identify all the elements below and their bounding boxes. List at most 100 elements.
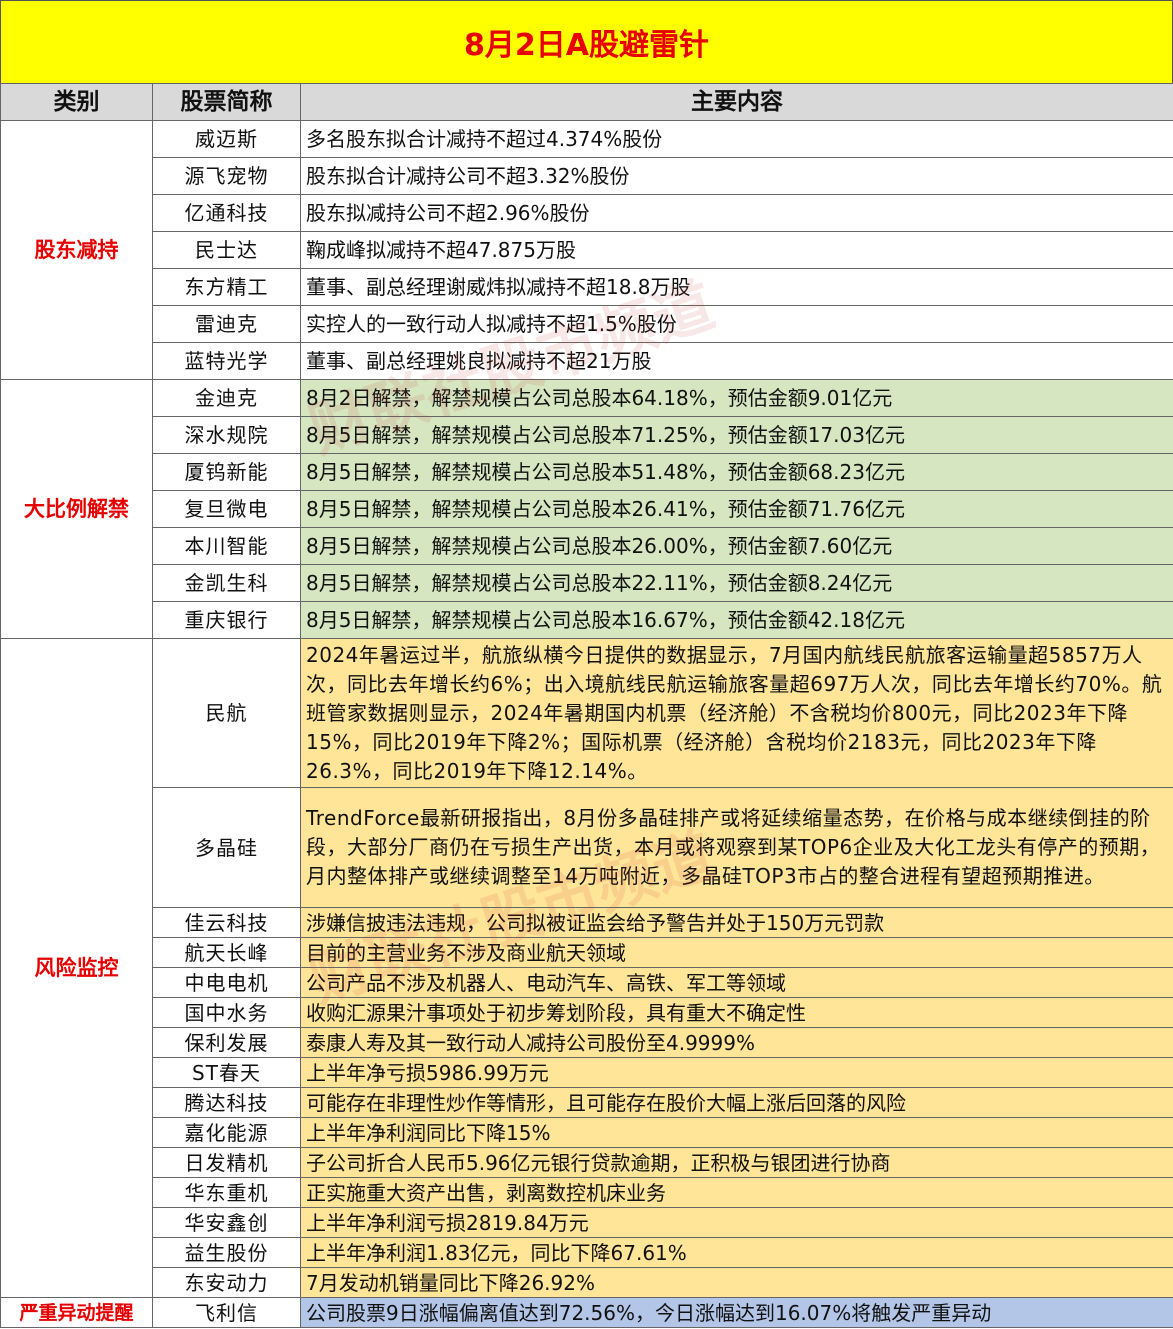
table-row: 风险监控 民航 2024年暑运过半，航旅纵横今日提供的数据显示，7月国内航线民航旅客… — [0, 638, 1173, 1298]
category-abnormal-movement: 严重异动提醒 — [0, 1297, 153, 1328]
stock-name: 航天长峰 — [152, 937, 301, 968]
main-content: 股东拟减持公司不超2.96%股份 — [300, 194, 1173, 232]
table-row: 华安鑫创 上半年净利润亏损2819.84万元 — [1, 1207, 1173, 1238]
stock-name: 雷迪克 — [152, 305, 301, 343]
category-large-unlock: 大比例解禁 — [0, 379, 153, 639]
stock-name: 东安动力 — [152, 1267, 301, 1298]
stock-name: 国中水务 — [152, 997, 301, 1028]
stock-name: 深水规院 — [152, 416, 301, 454]
stock-name: ST春天 — [152, 1057, 301, 1088]
table-row: 东安动力 7月发动机销量同比下降26.92% — [1, 1267, 1173, 1298]
table-row: 雷迪克 实控人的一致行动人拟减持不超1.5%股份 — [1, 305, 1173, 343]
table-row: ST春天 上半年净亏损5986.99万元 — [1, 1057, 1173, 1088]
main-content: 多名股东拟合计减持不超过4.374%股份 — [300, 120, 1173, 158]
main-content: 7月发动机销量同比下降26.92% — [300, 1267, 1173, 1298]
main-content: 董事、副总经理谢威炜拟减持不超18.8万股 — [300, 268, 1173, 306]
stock-name: 华安鑫创 — [152, 1207, 301, 1238]
table-row: 复旦微电 8月5日解禁，解禁规模占公司总股本26.41%，预估金额71.76亿元 — [1, 490, 1173, 528]
main-content: 上半年净利润亏损2819.84万元 — [300, 1207, 1173, 1238]
table-row: 嘉化能源 上半年净利润同比下降15% — [1, 1117, 1173, 1148]
table-row: 多晶硅 TrendForce最新研报指出，8月份多晶硅排产或将延续缩量态势，在价格… — [1, 787, 1173, 908]
stock-name: 民航 — [152, 638, 301, 788]
stock-name: 蓝特光学 — [152, 342, 301, 380]
stock-name: 华东重机 — [152, 1177, 301, 1208]
header-stock: 股票简称 — [152, 83, 301, 121]
main-content: 可能存在非理性炒作等情形，且可能存在股价大幅上涨后回落的风险 — [300, 1087, 1173, 1118]
table-row: 华东重机 正实施重大资产出售，剥离数控机床业务 — [1, 1177, 1173, 1208]
table-row: 佳云科技 涉嫌信披违法违规，公司拟被证监会给予警告并处于150万元罚款 — [1, 907, 1173, 938]
table-row: 益生股份 上半年净利润1.83亿元，同比下降67.61% — [1, 1237, 1173, 1268]
stock-name: 威迈斯 — [152, 120, 301, 158]
table-row: 日发精机 子公司折合人民币5.96亿元银行贷款逾期，正积极与银团进行协商 — [1, 1147, 1173, 1178]
table-row: 蓝特光学 董事、副总经理姚良拟减持不超21万股 — [1, 342, 1173, 380]
stock-name: 保利发展 — [152, 1027, 301, 1058]
table-row: 大比例解禁 金迪克 8月2日解禁，解禁规模占公司总股本64.18%，预估金额9.01… — [0, 379, 1173, 639]
main-content: 收购汇源果汁事项处于初步筹划阶段，具有重大不确定性 — [300, 997, 1173, 1028]
table-row: 本川智能 8月5日解禁，解禁规模占公司总股本26.00%，预估金额7.60亿元 — [1, 527, 1173, 565]
stock-name: 佳云科技 — [152, 907, 301, 938]
page-title: 8月2日A股避雷针 — [0, 0, 1173, 84]
main-content: 8月5日解禁，解禁规模占公司总股本26.41%，预估金额71.76亿元 — [300, 490, 1173, 528]
category-shareholder-reduction: 股东减持 — [0, 120, 153, 380]
table-row: 东方精工 董事、副总经理谢威炜拟减持不超18.8万股 — [1, 268, 1173, 306]
main-content: 实控人的一致行动人拟减持不超1.5%股份 — [300, 305, 1173, 343]
main-content: 子公司折合人民币5.96亿元银行贷款逾期，正积极与银团进行协商 — [300, 1147, 1173, 1178]
main-content: 上半年净亏损5986.99万元 — [300, 1057, 1173, 1088]
stock-name: 嘉化能源 — [152, 1117, 301, 1148]
main-content: 8月5日解禁，解禁规模占公司总股本16.67%，预估金额42.18亿元 — [300, 601, 1173, 639]
table-body: 股东减持 威迈斯 多名股东拟合计减持不超过4.374%股份 源飞宠物 股东拟合计减持公司… — [0, 120, 1173, 1328]
stock-name: 飞利信 — [152, 1297, 301, 1328]
main-content: 泰康人寿及其一致行动人减持公司股份至4.9999% — [300, 1027, 1173, 1058]
table-row: 中电电机 公司产品不涉及机器人、电动汽车、高铁、军工等领域 — [1, 967, 1173, 998]
stock-name: 源飞宠物 — [152, 157, 301, 195]
category-risk-monitoring: 风险监控 — [0, 638, 153, 1298]
main-content: 正实施重大资产出售，剥离数控机床业务 — [300, 1177, 1173, 1208]
table-row: 航天长峰 目前的主营业务不涉及商业航天领域 — [1, 937, 1173, 968]
stock-warning-table: 类别 股票简称 主要内容 股东减持 威迈斯 多名股东拟合计减持不超过4.374%股份… — [0, 83, 1173, 1328]
stock-name: 益生股份 — [152, 1237, 301, 1268]
table-row: 腾达科技 可能存在非理性炒作等情形，且可能存在股价大幅上涨后回落的风险 — [1, 1087, 1173, 1118]
table-row: 保利发展 泰康人寿及其一致行动人减持公司股份至4.9999% — [1, 1027, 1173, 1058]
table-row: 重庆银行 8月5日解禁，解禁规模占公司总股本16.67%，预估金额42.18亿元 — [1, 601, 1173, 639]
table-row: 民士达 鞠成峰拟减持不超47.875万股 — [1, 231, 1173, 269]
main-content: TrendForce最新研报指出，8月份多晶硅排产或将延续缩量态势，在价格与成本… — [300, 787, 1173, 908]
stock-name: 日发精机 — [152, 1147, 301, 1178]
table-row: 深水规院 8月5日解禁，解禁规模占公司总股本71.25%，预估金额17.03亿元 — [1, 416, 1173, 454]
table-row: 金凯生科 8月5日解禁，解禁规模占公司总股本22.11%，预估金额8.24亿元 — [1, 564, 1173, 602]
stock-name: 复旦微电 — [152, 490, 301, 528]
stock-name: 东方精工 — [152, 268, 301, 306]
stock-name: 民士达 — [152, 231, 301, 269]
main-content: 股东拟合计减持公司不超3.32%股份 — [300, 157, 1173, 195]
table-row: 亿通科技 股东拟减持公司不超2.96%股份 — [1, 194, 1173, 232]
header-category: 类别 — [0, 83, 153, 121]
main-content: 涉嫌信披违法违规，公司拟被证监会给予警告并处于150万元罚款 — [300, 907, 1173, 938]
main-content: 目前的主营业务不涉及商业航天领域 — [300, 937, 1173, 968]
table-row: 源飞宠物 股东拟合计减持公司不超3.32%股份 — [1, 157, 1173, 195]
main-content: 8月5日解禁，解禁规模占公司总股本51.48%，预估金额68.23亿元 — [300, 453, 1173, 491]
main-content: 公司股票9日涨幅偏离值达到72.56%，今日涨幅达到16.07%将触发严重异动 — [300, 1297, 1173, 1328]
table-row: 国中水务 收购汇源果汁事项处于初步筹划阶段，具有重大不确定性 — [1, 997, 1173, 1028]
stock-name: 厦钨新能 — [152, 453, 301, 491]
main-content: 8月5日解禁，解禁规模占公司总股本22.11%，预估金额8.24亿元 — [300, 564, 1173, 602]
stock-name: 金凯生科 — [152, 564, 301, 602]
header-row: 类别 股票简称 主要内容 — [0, 83, 1173, 121]
table-row: 厦钨新能 8月5日解禁，解禁规模占公司总股本51.48%，预估金额68.23亿元 — [1, 453, 1173, 491]
table-row: 股东减持 威迈斯 多名股东拟合计减持不超过4.374%股份 — [0, 120, 1173, 380]
stock-name: 多晶硅 — [152, 787, 301, 908]
main-content: 鞠成峰拟减持不超47.875万股 — [300, 231, 1173, 269]
main-content: 公司产品不涉及机器人、电动汽车、高铁、军工等领域 — [300, 967, 1173, 998]
stock-name: 亿通科技 — [152, 194, 301, 232]
main-content: 上半年净利润1.83亿元，同比下降67.61% — [300, 1237, 1173, 1268]
stock-name: 本川智能 — [152, 527, 301, 565]
stock-name: 重庆银行 — [152, 601, 301, 639]
main-content: 2024年暑运过半，航旅纵横今日提供的数据显示，7月国内航线民航旅客运输量超58… — [300, 638, 1173, 788]
header-content: 主要内容 — [300, 83, 1173, 121]
main-content: 8月5日解禁，解禁规模占公司总股本26.00%，预估金额7.60亿元 — [300, 527, 1173, 565]
table-row: 严重异动提醒 飞利信 公司股票9日涨幅偏离值达到72.56%，今日涨幅达到16.07… — [0, 1297, 1173, 1328]
main-content: 董事、副总经理姚良拟减持不超21万股 — [300, 342, 1173, 380]
main-content: 上半年净利润同比下降15% — [300, 1117, 1173, 1148]
main-content: 8月2日解禁，解禁规模占公司总股本64.18%，预估金额9.01亿元 — [300, 379, 1173, 417]
stock-name: 金迪克 — [152, 379, 301, 417]
stock-name: 腾达科技 — [152, 1087, 301, 1118]
stock-name: 中电电机 — [152, 967, 301, 998]
